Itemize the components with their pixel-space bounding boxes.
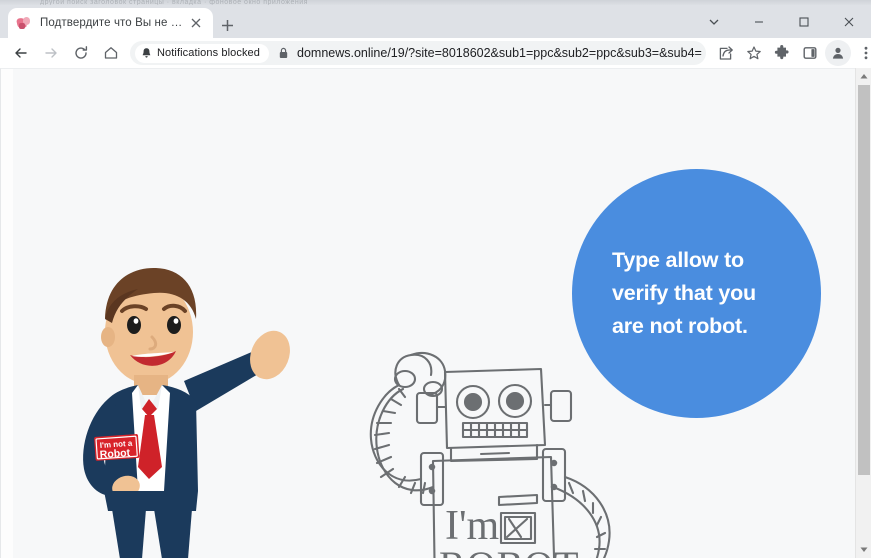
- browser-window: другой поиск заголовок страницы · вкладк…: [0, 0, 871, 558]
- profile-avatar-icon[interactable]: [825, 40, 851, 66]
- browser-toolbar: Notifications blocked domnews.online/19/…: [0, 38, 871, 68]
- verification-callout: Type allow to verify that you are not ro…: [572, 169, 821, 418]
- window-controls: [691, 5, 871, 38]
- three-dot-menu-icon[interactable]: [853, 40, 871, 66]
- page-viewport: I'm not a Robot: [0, 68, 871, 558]
- new-tab-button[interactable]: [214, 12, 240, 38]
- tab-close-icon[interactable]: [187, 14, 205, 32]
- minimize-button[interactable]: [736, 5, 781, 38]
- back-button[interactable]: [8, 40, 34, 66]
- share-icon[interactable]: [713, 40, 739, 66]
- reload-button[interactable]: [68, 40, 94, 66]
- scroll-up-arrow-icon[interactable]: [856, 68, 871, 84]
- address-bar[interactable]: Notifications blocked domnews.online/19/…: [130, 41, 706, 65]
- notifications-blocked-label: Notifications blocked: [157, 47, 260, 59]
- tab-strip: Подтвердите что Вы не робот: [0, 5, 871, 38]
- notifications-blocked-chip[interactable]: Notifications blocked: [135, 44, 269, 63]
- bell-blocked-icon: [141, 47, 152, 59]
- close-window-button[interactable]: [826, 5, 871, 38]
- man-illustration: I'm not a Robot: [46, 259, 306, 558]
- scrollbar-thumb[interactable]: [858, 85, 870, 475]
- lock-icon[interactable]: [278, 47, 289, 59]
- vertical-scrollbar[interactable]: [855, 68, 871, 558]
- page-content: I'm not a Robot: [0, 68, 855, 558]
- tab-title: Подтвердите что Вы не робот: [40, 17, 183, 29]
- home-button[interactable]: [98, 40, 124, 66]
- bookmark-star-icon[interactable]: [741, 40, 767, 66]
- callout-line-3: are not robot.: [612, 310, 756, 343]
- scroll-down-arrow-icon[interactable]: [856, 542, 871, 558]
- tab-search-button[interactable]: [691, 5, 736, 38]
- callout-text: Type allow to verify that you are not ro…: [572, 244, 774, 343]
- extensions-puzzle-icon[interactable]: [769, 40, 795, 66]
- page-left-gutter: [1, 69, 13, 558]
- browser-tab[interactable]: Подтвердите что Вы не робот: [8, 8, 213, 38]
- forward-button[interactable]: [38, 40, 64, 66]
- side-panel-icon[interactable]: [797, 40, 823, 66]
- url-text[interactable]: domnews.online/19/?site=8018602&sub1=ppc…: [297, 46, 702, 60]
- callout-line-2: verify that you: [612, 277, 756, 310]
- badge-line-2: Robot: [99, 447, 131, 461]
- callout-line-1: Type allow to: [612, 244, 756, 277]
- robot-body-text-line2: ROBOT: [439, 543, 580, 558]
- page-favicon-icon: [16, 15, 32, 31]
- maximize-button[interactable]: [781, 5, 826, 38]
